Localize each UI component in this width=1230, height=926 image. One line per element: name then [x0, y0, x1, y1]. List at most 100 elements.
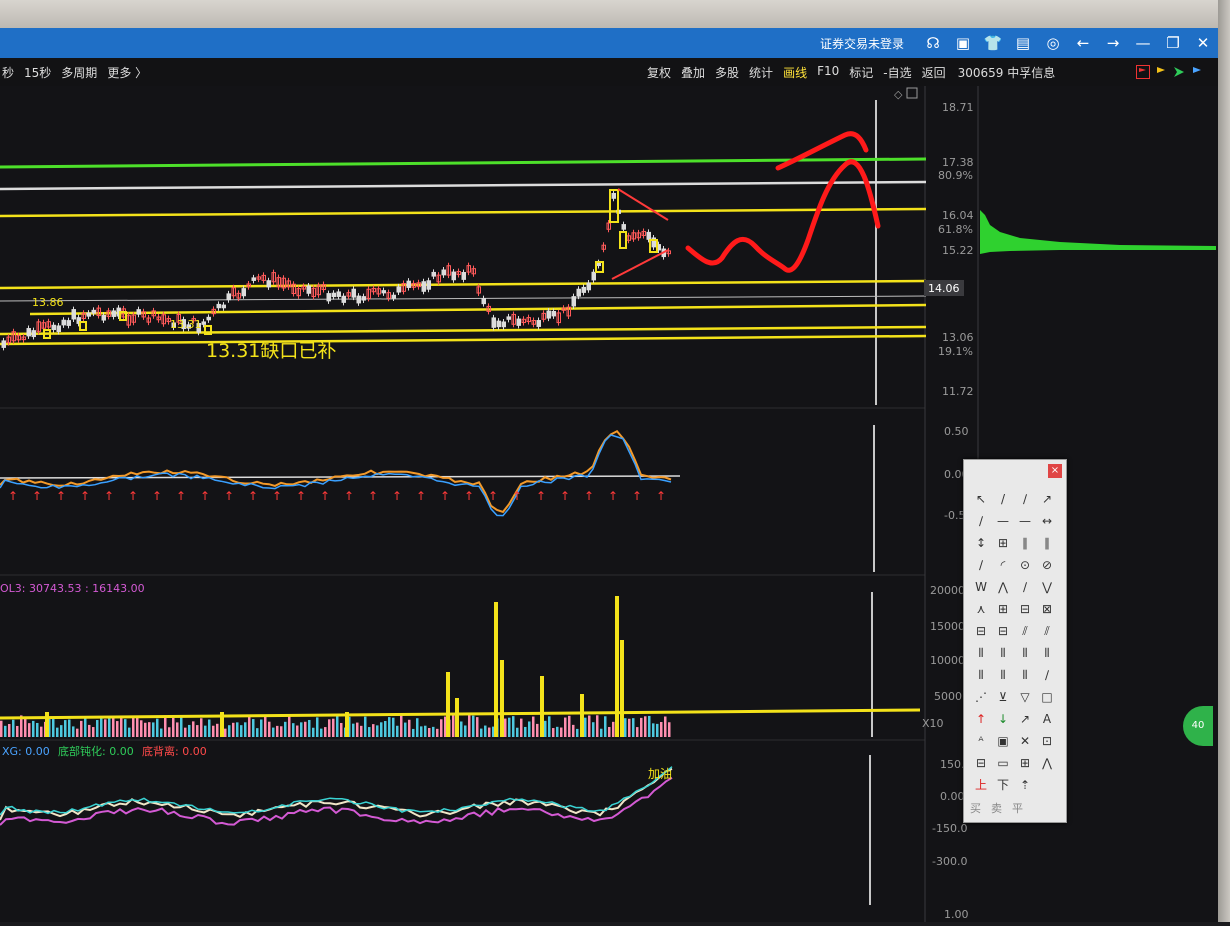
drawing-tool-35[interactable]: ∕	[1036, 664, 1058, 686]
shirt-icon[interactable]: 👕	[978, 34, 1008, 52]
drawing-tool-23[interactable]: ⊠	[1036, 598, 1058, 620]
period-15sec[interactable]: 15秒	[24, 64, 51, 81]
level-line-white[interactable]	[0, 180, 927, 191]
settings-icon[interactable]: ◎	[1038, 34, 1068, 52]
drawing-tool-13[interactable]: ◜	[992, 554, 1014, 576]
drawing-tool-45[interactable]: ▣	[992, 730, 1014, 752]
drawing-tool-36[interactable]: ⋰	[970, 686, 992, 708]
drawing-tool-32[interactable]: ⦀	[970, 664, 992, 686]
drawing-tool-34[interactable]: ⦀	[1014, 664, 1036, 686]
diamond-icon[interactable]: ◇	[894, 88, 903, 101]
drawing-tool-10[interactable]: ∥	[1014, 532, 1036, 554]
drawing-tool-40[interactable]: ↑	[970, 708, 992, 730]
drawing-tool-52[interactable]: 上	[970, 774, 992, 796]
drawing-tool-46[interactable]: ✕	[1014, 730, 1036, 752]
drawing-tool-11[interactable]: ∥	[1036, 532, 1058, 554]
drawing-tool-53[interactable]: 下	[992, 774, 1014, 796]
drawing-tool-28[interactable]: ⦀	[970, 642, 992, 664]
headset-icon[interactable]: ☊	[918, 34, 948, 52]
drawing-tool-30[interactable]: ⦀	[1014, 642, 1036, 664]
triangle-lower-line[interactable]	[611, 249, 669, 280]
drawing-tool-55[interactable]	[1036, 774, 1058, 796]
toolbox-flat[interactable]: 平	[1012, 800, 1023, 816]
blue-flag-icon[interactable]	[1190, 65, 1204, 79]
drawing-tool-0[interactable]: ↖	[970, 488, 992, 510]
menu-fanhui[interactable]: 返回	[920, 64, 948, 81]
menu-huaxian[interactable]: 画线	[781, 64, 809, 81]
drawing-tool-48[interactable]: ⊟	[970, 752, 992, 774]
drawing-tool-1[interactable]: /	[992, 488, 1014, 510]
drawing-tool-9[interactable]: ⊞	[992, 532, 1014, 554]
drawing-tool-19[interactable]: ⋁	[1036, 576, 1058, 598]
drawing-tool-24[interactable]: ⊟	[970, 620, 992, 642]
red-flag-icon[interactable]	[1136, 65, 1150, 79]
drawing-tool-6[interactable]: —	[1014, 510, 1036, 532]
stock-ticker[interactable]: 300659 中孚信息	[956, 64, 1058, 81]
drawing-tool-3[interactable]: ↗	[1036, 488, 1058, 510]
drawing-tool-49[interactable]: ▭	[992, 752, 1014, 774]
drawing-tool-14[interactable]: ⊙	[1014, 554, 1036, 576]
close-icon[interactable]: ✕	[1188, 34, 1218, 52]
toolbox-sell[interactable]: 卖	[991, 800, 1002, 816]
drawing-tool-20[interactable]: ⋏	[970, 598, 992, 620]
drawing-tool-2[interactable]: ∕	[1014, 488, 1036, 510]
level-line-yellow-5[interactable]	[0, 334, 927, 346]
drawing-tool-38[interactable]: ▽	[1014, 686, 1036, 708]
drawing-tool-39[interactable]: □	[1036, 686, 1058, 708]
drawing-tool-44[interactable]: ᴬ	[970, 730, 992, 752]
menu-biaoji[interactable]: 标记	[847, 64, 875, 81]
drawing-tool-51[interactable]: ⋀	[1036, 752, 1058, 774]
drawing-tool-42[interactable]: ↗	[1014, 708, 1036, 730]
forward-arrow-icon[interactable]: →	[1098, 34, 1128, 52]
green-arrow-icon[interactable]	[1172, 65, 1186, 79]
drawing-tool-5[interactable]: —	[992, 510, 1014, 532]
menu-zixuan[interactable]: -自选	[881, 64, 913, 81]
drawing-tool-22[interactable]: ⊟	[1014, 598, 1036, 620]
menu-f10[interactable]: F10	[815, 64, 841, 81]
toolbox-buy[interactable]: 买	[970, 800, 981, 816]
menu-diejia[interactable]: 叠加	[679, 64, 707, 81]
drawing-tool-27[interactable]: ⫽	[1036, 620, 1058, 642]
volume-level-line[interactable]	[0, 708, 921, 720]
menu-fuquan[interactable]: 复权	[645, 64, 673, 81]
drawing-tool-4[interactable]: ∕	[970, 510, 992, 532]
toolbox-close-button[interactable]: ×	[1048, 464, 1062, 478]
document-icon[interactable]: ▤	[1008, 34, 1038, 52]
menu-tongji[interactable]: 统计	[747, 64, 775, 81]
drawing-tool-43[interactable]: A	[1036, 708, 1058, 730]
drawing-tool-16[interactable]: W	[970, 576, 992, 598]
drawing-tool-41[interactable]: ↓	[992, 708, 1014, 730]
drawing-tool-12[interactable]: ∕	[970, 554, 992, 576]
drawing-tool-15[interactable]: ⊘	[1036, 554, 1058, 576]
drawing-tool-54[interactable]: ⇡	[1014, 774, 1036, 796]
drawing-tool-7[interactable]: ↔	[1036, 510, 1058, 532]
drawing-tool-25[interactable]: ⊟	[992, 620, 1014, 642]
drawing-tool-50[interactable]: ⊞	[1014, 752, 1036, 774]
yellow-flag-icon[interactable]	[1154, 65, 1168, 79]
drawing-tool-33[interactable]: ⦀	[992, 664, 1014, 686]
drawing-tool-17[interactable]: ⋀	[992, 576, 1014, 598]
drawing-tool-8[interactable]: ↕	[970, 532, 992, 554]
login-status[interactable]: 证券交易未登录	[820, 35, 904, 52]
period-sec[interactable]: 秒	[2, 64, 14, 81]
triangle-upper-line[interactable]	[617, 188, 669, 221]
period-multi[interactable]: 多周期	[61, 64, 97, 81]
level-line-yellow-3[interactable]	[29, 303, 927, 316]
period-more[interactable]: 更多 〉	[107, 64, 147, 81]
drawing-tool-18[interactable]: ∕	[1014, 576, 1036, 598]
layout-icon[interactable]: ▣	[948, 34, 978, 52]
drawing-tool-29[interactable]: ⦀	[992, 642, 1014, 664]
minimize-icon[interactable]: —	[1128, 34, 1158, 52]
square-icon[interactable]	[906, 87, 918, 99]
drawing-tool-37[interactable]: ⊻	[992, 686, 1014, 708]
freehand-red-projection[interactable]	[685, 159, 881, 273]
level-line-yellow-4[interactable]	[0, 325, 927, 336]
drawing-tool-31[interactable]: ⦀	[1036, 642, 1058, 664]
drawing-tool-47[interactable]: ⊡	[1036, 730, 1058, 752]
restore-icon[interactable]: ❐	[1158, 34, 1188, 52]
level-line-yellow-1[interactable]	[0, 207, 927, 218]
menu-duogu[interactable]: 多股	[713, 64, 741, 81]
back-arrow-icon[interactable]: ←	[1068, 34, 1098, 52]
drawing-tool-26[interactable]: ⫽	[1014, 620, 1036, 642]
drawing-tool-21[interactable]: ⊞	[992, 598, 1014, 620]
